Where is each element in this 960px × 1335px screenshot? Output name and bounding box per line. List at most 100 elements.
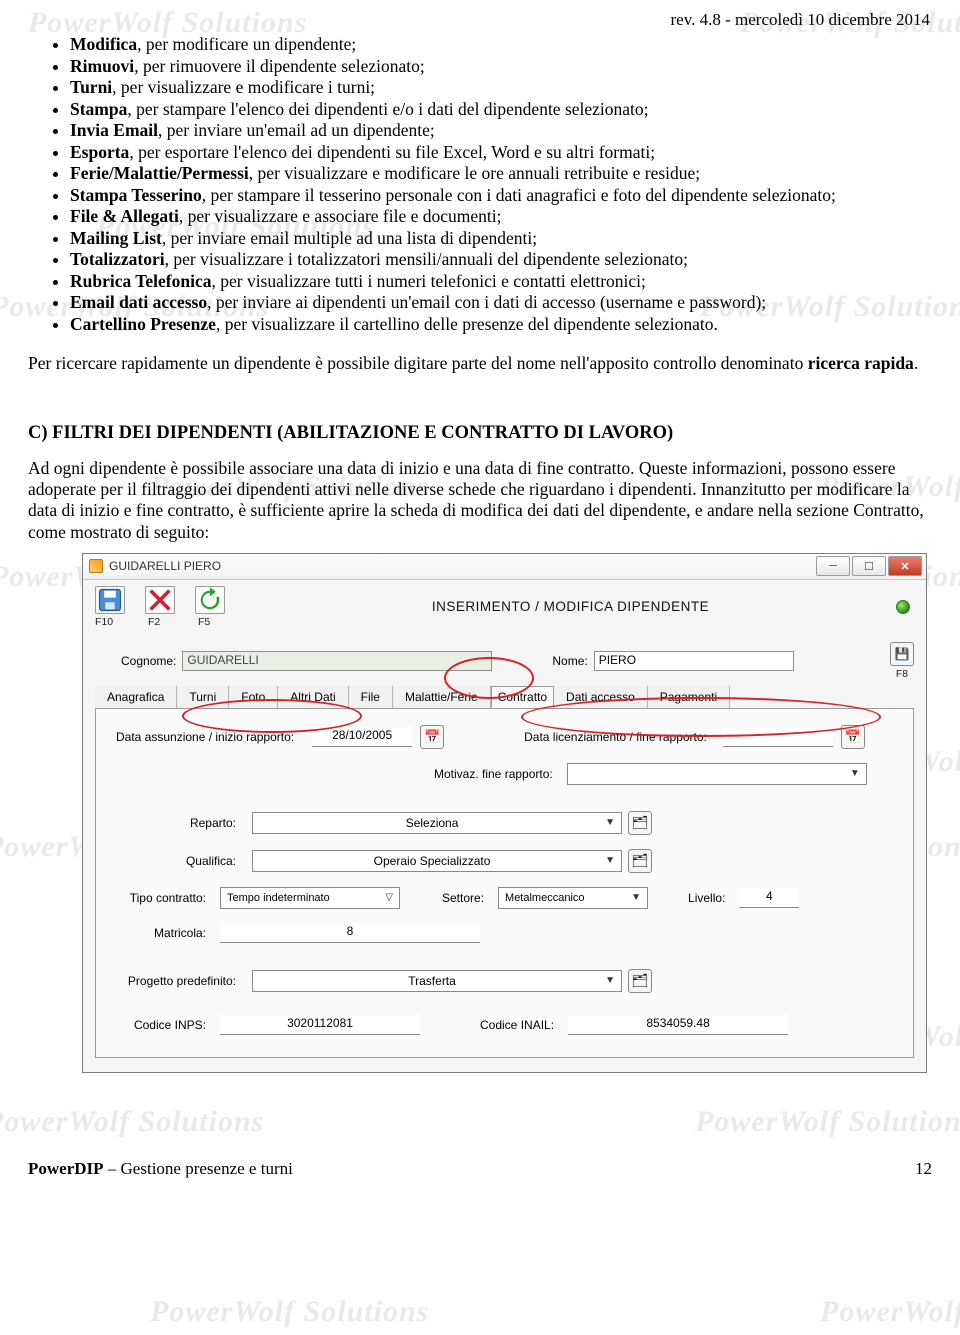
window-close-button[interactable]: ✕ [888, 556, 922, 576]
select-settore[interactable]: Metalmeccanico▼ [498, 887, 648, 909]
text: Per ricercare rapidamente un dipendente … [28, 353, 808, 373]
date-picker-button[interactable]: 📅 [841, 725, 865, 749]
label-tipo-contratto: Tipo contratto: [116, 891, 206, 905]
label-reparto: Reparto: [116, 816, 236, 830]
feature-item: Cartellino Presenze, per visualizzare il… [70, 314, 932, 336]
input-matricola[interactable]: 8 [220, 923, 480, 943]
label-nome: Nome: [552, 654, 587, 668]
label-cognome: Cognome: [121, 654, 176, 668]
window-minimize-button[interactable]: ─ [816, 556, 850, 576]
disk-icon [96, 586, 124, 614]
chevron-down-icon: ▼ [605, 817, 615, 828]
select-value: Seleziona [406, 816, 459, 830]
label-codice-inail: Codice INAIL: [480, 1018, 554, 1032]
search-paragraph: Per ricercare rapidamente un dipendente … [28, 353, 932, 374]
contratto-pane: Data assunzione / inizio rapporto: 28/10… [95, 709, 914, 1058]
delete-icon [146, 586, 174, 614]
delete-button[interactable] [145, 586, 175, 614]
name-row: Cognome: GUIDARELLI Nome: PIERO 💾 F8 [95, 642, 914, 680]
input-codice-inail[interactable]: 8534059.48 [568, 1015, 788, 1035]
select-value: Tempo indeterminato [227, 892, 330, 904]
tab-dati-accesso[interactable]: Dati accesso [554, 686, 648, 708]
input-data-assunzione[interactable]: 28/10/2005 [312, 727, 412, 747]
feature-item: Modifica, per modificare un dipendente; [70, 34, 932, 56]
tab-pagamenti[interactable]: Pagamenti [648, 686, 730, 708]
watermark: PowerWolf Solutions [150, 1295, 429, 1329]
section-heading-c: C) FILTRI DEI DIPENDENTI (ABILITAZIONE E… [28, 423, 932, 444]
page-number: 12 [915, 1159, 932, 1179]
toolbar: F10 F2 F5 INSERIMENTO / MODIFICA DIPENDE… [95, 586, 914, 628]
date-picker-button[interactable]: 📅 [420, 725, 444, 749]
tab-malattie-ferie[interactable]: Malattie/Ferie [393, 686, 491, 708]
input-nome[interactable]: PIERO [594, 651, 794, 671]
disk-icon: 💾 [895, 647, 910, 661]
label-motivazione: Motivaz. fine rapporto: [434, 767, 553, 781]
form-title: INSERIMENTO / MODIFICA DIPENDENTE [245, 599, 896, 614]
open-button[interactable]: 🗂 [628, 811, 652, 835]
shortcut-label: F5 [198, 616, 210, 628]
feature-item: Email dati accesso, per inviare ai dipen… [70, 292, 932, 314]
save-button[interactable] [95, 586, 125, 614]
tab-anagrafica[interactable]: Anagrafica [95, 686, 177, 708]
revision-header: rev. 4.8 - mercoledì 10 dicembre 2014 [28, 10, 930, 30]
input-livello[interactable]: 4 [739, 888, 799, 908]
text-emph: ricerca rapida [808, 353, 914, 373]
tab-foto[interactable]: Foto [229, 686, 278, 708]
status-indicator-icon [896, 600, 910, 614]
select-tipo-contratto[interactable]: Tempo indeterminato ▽ [220, 887, 400, 909]
label-progetto: Progetto predefinito: [116, 974, 236, 988]
page-footer: PowerDIP – Gestione presenze e turni 12 [28, 1159, 932, 1179]
feature-item: File & Allegati, per visualizzare e asso… [70, 206, 932, 228]
chevron-down-icon: ▼ [631, 892, 641, 903]
feature-item: Rimuovi, per rimuovere il dipendente sel… [70, 56, 932, 78]
feature-item: Ferie/Malattie/Permessi, per visualizzar… [70, 163, 932, 185]
chevron-down-icon: ▼ [850, 768, 860, 779]
shortcut-label: F10 [95, 616, 113, 628]
select-progetto[interactable]: Trasferta ▼ [252, 970, 622, 992]
open-button[interactable]: 🗂 [628, 849, 652, 873]
app-window: GUIDARELLI PIERO ─ ☐ ✕ F10 [82, 553, 927, 1073]
app-icon [89, 559, 103, 573]
feature-item: Stampa, per stampare l'elenco dei dipend… [70, 99, 932, 121]
input-data-licenziamento[interactable] [723, 727, 833, 747]
feature-item: Stampa Tesserino, per stampare il tesser… [70, 185, 932, 207]
tab-altri-dati[interactable]: Altri Dati [278, 686, 348, 708]
select-motivazione[interactable]: ▼ [567, 763, 867, 785]
calendar-icon: 📅 [845, 729, 861, 745]
select-reparto[interactable]: Seleziona ▼ [252, 812, 622, 834]
feature-item: Esporta, per esportare l'elenco dei dipe… [70, 142, 932, 164]
feature-item: Rubrica Telefonica, per visualizzare tut… [70, 271, 932, 293]
chevron-down-icon: ▼ [605, 855, 615, 866]
feature-list: Modifica, per modificare un dipendente;R… [28, 34, 932, 335]
label-codice-inps: Codice INPS: [116, 1018, 206, 1032]
label-qualifica: Qualifica: [116, 854, 236, 868]
tab-file[interactable]: File [349, 686, 393, 708]
window-title: GUIDARELLI PIERO [109, 559, 814, 573]
tab-contratto[interactable]: Contratto [491, 686, 554, 708]
feature-item: Mailing List, per inviare email multiple… [70, 228, 932, 250]
input-cognome[interactable]: GUIDARELLI [182, 651, 492, 671]
tab-turni[interactable]: Turni [177, 686, 229, 708]
select-value: Trasferta [408, 974, 456, 988]
select-value: Operaio Specializzato [374, 854, 491, 868]
footer-title: PowerDIP – Gestione presenze e turni [28, 1159, 293, 1179]
text: . [914, 353, 918, 373]
label-assunzione: Data assunzione / inizio rapporto: [116, 730, 294, 744]
label-livello: Livello: [688, 891, 725, 905]
title-bar: GUIDARELLI PIERO ─ ☐ ✕ [83, 554, 926, 580]
calendar-icon: 📅 [424, 729, 440, 745]
chevron-down-icon: ▼ [605, 975, 615, 986]
open-icon: 🗂 [632, 815, 649, 831]
label-licenziamento: Data licenziamento / fine rapporto: [524, 730, 707, 744]
open-button[interactable]: 🗂 [628, 969, 652, 993]
input-codice-inps[interactable]: 3020112081 [220, 1015, 420, 1035]
refresh-button[interactable] [195, 586, 225, 614]
chevron-down-icon: ▽ [385, 892, 393, 903]
feature-item: Invia Email, per inviare un'email ad un … [70, 120, 932, 142]
open-icon: 🗂 [632, 973, 649, 989]
save-shortcut-button[interactable]: 💾 [890, 642, 914, 666]
select-qualifica[interactable]: Operaio Specializzato ▼ [252, 850, 622, 872]
window-maximize-button[interactable]: ☐ [852, 556, 886, 576]
feature-item: Turni, per visualizzare e modificare i t… [70, 77, 932, 99]
feature-item: Totalizzatori, per visualizzare i totali… [70, 249, 932, 271]
